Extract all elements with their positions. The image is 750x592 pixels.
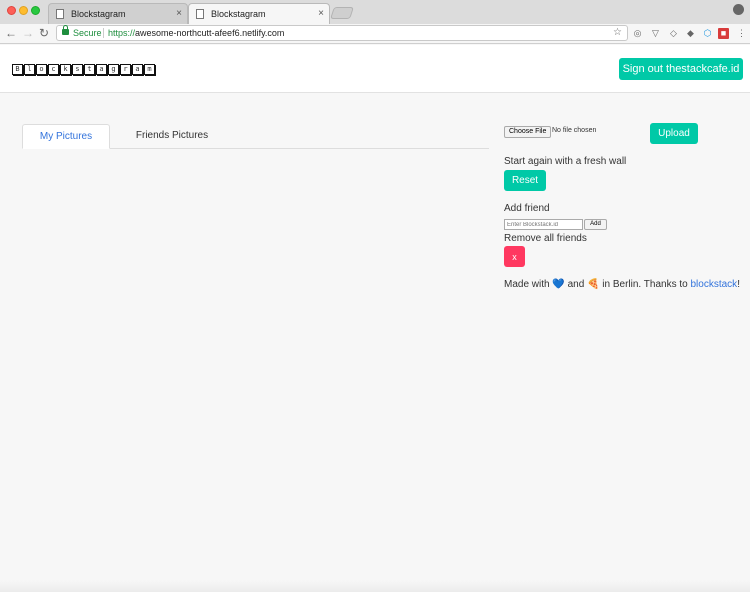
extension-icon[interactable]: ■ bbox=[718, 28, 729, 39]
credits-and: and bbox=[567, 279, 585, 290]
logo-letter: a bbox=[132, 64, 143, 75]
add-friend-label: Add friend bbox=[504, 203, 550, 214]
logo-letter: k bbox=[60, 64, 71, 75]
secure-label: Secure bbox=[73, 28, 102, 38]
sign-out-button[interactable]: Sign out thestackcafe.id bbox=[619, 58, 743, 80]
logo-letter: l bbox=[24, 64, 35, 75]
page-icon bbox=[56, 9, 64, 19]
logo-letter: o bbox=[36, 64, 47, 75]
choose-file-button[interactable]: Choose File bbox=[504, 126, 552, 138]
browser-tab-strip: Blockstagram × Blockstagram × bbox=[0, 0, 750, 24]
minimize-window-icon[interactable] bbox=[19, 6, 28, 15]
file-status: No file chosen bbox=[552, 127, 597, 134]
divider bbox=[103, 28, 104, 38]
browser-tab-active[interactable]: Blockstagram × bbox=[188, 3, 330, 24]
reset-button[interactable]: Reset bbox=[504, 170, 546, 191]
logo-letter: c bbox=[48, 64, 59, 75]
extension-icon[interactable]: ◇ bbox=[668, 28, 679, 39]
logo-letter: t bbox=[84, 64, 95, 75]
app-header: B l o c k s t a g r a m Sign out thestac… bbox=[0, 45, 750, 93]
tab-close-icon[interactable]: × bbox=[176, 4, 182, 24]
browser-menu-icon[interactable]: ⋮ bbox=[736, 28, 747, 39]
reset-description: Start again with a fresh wall bbox=[504, 156, 627, 167]
logo-letter: s bbox=[72, 64, 83, 75]
extension-icon[interactable]: ◎ bbox=[632, 28, 643, 39]
credits-text: Made with 💙 and 🍕 in Berlin. Thanks to b… bbox=[504, 278, 744, 292]
remove-friends-label: Remove all friends bbox=[504, 233, 587, 244]
bookmark-star-icon[interactable]: ☆ bbox=[613, 26, 622, 40]
new-tab-button[interactable] bbox=[330, 7, 354, 19]
logo-letter: r bbox=[120, 64, 131, 75]
remove-all-friends-button[interactable]: x bbox=[504, 246, 525, 267]
extension-icon[interactable]: ⬡ bbox=[702, 28, 713, 39]
lock-icon bbox=[62, 25, 69, 35]
add-friend-button[interactable]: Add bbox=[584, 219, 607, 230]
logo-letter: B bbox=[12, 64, 23, 75]
extension-icon[interactable]: ▽ bbox=[650, 28, 661, 39]
address-bar[interactable]: Secure https://awesome-northcutt-afeef6.… bbox=[56, 25, 628, 41]
upload-button[interactable]: Upload bbox=[650, 123, 698, 144]
blockstack-link[interactable]: blockstack bbox=[691, 279, 738, 290]
extension-icon[interactable]: ◆ bbox=[685, 28, 696, 39]
credits-end: ! bbox=[737, 279, 740, 290]
browser-tab-title: Blockstagram bbox=[211, 9, 266, 19]
logo-letter: g bbox=[108, 64, 119, 75]
reload-icon[interactable]: ↻ bbox=[39, 26, 49, 40]
url-scheme: https:// bbox=[108, 28, 136, 38]
url-host: awesome-northcutt-afeef6.netlify.com bbox=[135, 28, 285, 38]
browser-tab[interactable]: Blockstagram × bbox=[48, 3, 188, 24]
back-icon[interactable]: ← bbox=[5, 26, 17, 40]
tab-friends-pictures[interactable]: Friends Pictures bbox=[124, 124, 220, 149]
page-bottom-shade bbox=[0, 580, 750, 592]
logo-letter: a bbox=[96, 64, 107, 75]
close-window-icon[interactable] bbox=[7, 6, 16, 15]
forward-icon[interactable]: → bbox=[22, 26, 34, 40]
picture-tabs: My Pictures Friends Pictures bbox=[22, 124, 489, 149]
friend-id-input[interactable] bbox=[504, 219, 583, 230]
browser-tab-title: Blockstagram bbox=[71, 9, 126, 19]
blockstagram-logo[interactable]: B l o c k s t a g r a m bbox=[12, 64, 156, 75]
credits-prefix: Made with bbox=[504, 279, 550, 290]
tab-close-icon[interactable]: × bbox=[318, 4, 324, 24]
profile-icon[interactable] bbox=[733, 4, 744, 15]
pizza-icon: 🍕 bbox=[587, 279, 600, 290]
logo-letter: m bbox=[144, 64, 155, 75]
browser-toolbar: ← → ↻ Secure https://awesome-northcutt-a… bbox=[0, 24, 750, 44]
page-icon bbox=[196, 9, 204, 19]
credits-suffix: in Berlin. Thanks to bbox=[602, 279, 688, 290]
tab-my-pictures[interactable]: My Pictures bbox=[22, 124, 110, 149]
url-text[interactable]: https://awesome-northcutt-afeef6.netlify… bbox=[108, 26, 284, 40]
maximize-window-icon[interactable] bbox=[31, 6, 40, 15]
heart-icon: 💙 bbox=[552, 279, 565, 290]
